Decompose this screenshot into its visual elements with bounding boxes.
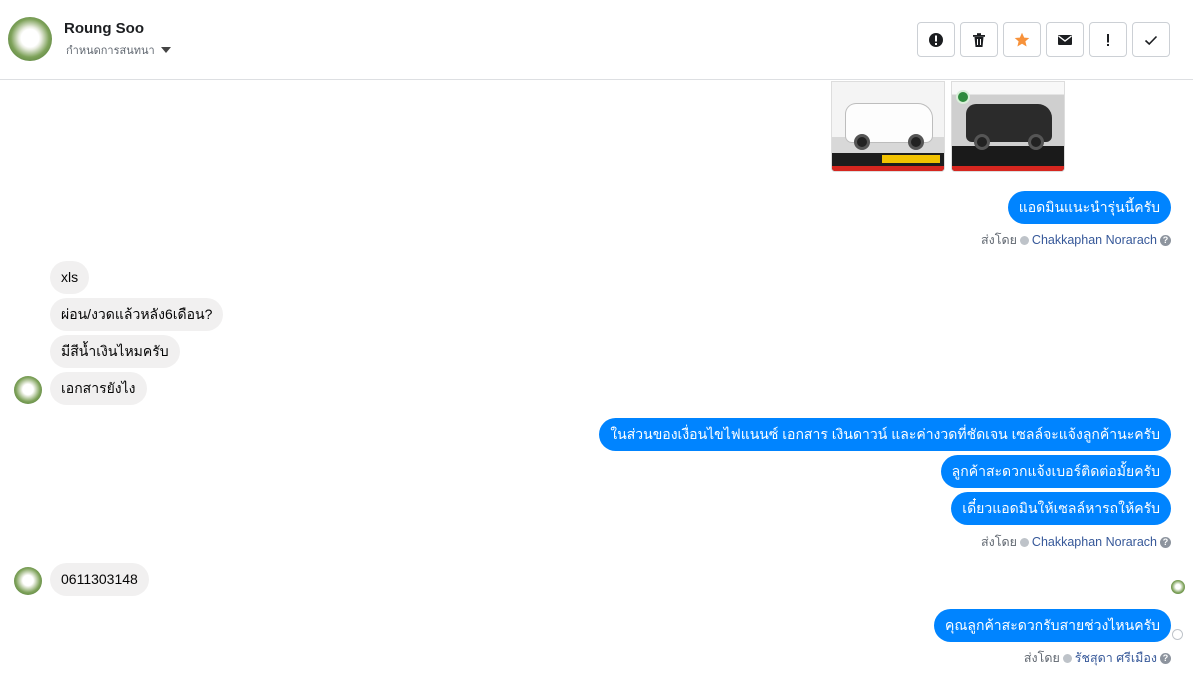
outgoing-message[interactable]: คุณลูกค้าสะดวกรับสายช่วงไหนครับ — [934, 609, 1171, 642]
mark-spam-button[interactable] — [917, 22, 955, 57]
incoming-message[interactable]: xls — [50, 261, 90, 294]
car-listing-image-1[interactable] — [831, 81, 945, 172]
verified-dot-icon — [1019, 537, 1029, 547]
mark-done-button[interactable] — [1132, 22, 1170, 57]
sender-name[interactable]: รัชสุดา ศรีเมือง — [1075, 648, 1157, 668]
outgoing-message[interactable]: ในส่วนของเงื่อนไขไฟแนนซ์ เอกสาร เงินดาวน… — [599, 418, 1171, 451]
delete-button[interactable] — [960, 22, 998, 57]
wheel — [854, 134, 870, 150]
banner-stripe — [832, 166, 944, 171]
envelope-icon — [1058, 34, 1072, 45]
conversation-schedule-label: กำหนดการสนทนา — [66, 45, 155, 57]
sent-by-line: ส่งโดย รัชสุดา ศรีเมือง ? — [1024, 648, 1171, 668]
caret-down-icon — [160, 47, 171, 53]
banner-stripe — [952, 166, 1064, 171]
sent-by-label: ส่งโดย — [981, 535, 1017, 549]
verified-dot-icon — [1019, 235, 1029, 245]
sent-by-label: ส่งโดย — [1023, 651, 1060, 665]
sent-by-line: ส่งโดย Chakkaphan Norarach ? — [981, 532, 1171, 552]
wheel — [974, 134, 990, 150]
incoming-message[interactable]: ผ่อน/งวดแล้วหลัง6เดือน? — [50, 298, 224, 331]
help-icon[interactable]: ? — [1160, 536, 1171, 548]
check-icon — [1144, 35, 1158, 45]
contact-avatar-small[interactable] — [14, 376, 42, 404]
sender-name[interactable]: Chakkaphan Norarach — [1032, 535, 1157, 549]
outgoing-message[interactable]: แอดมินแนะนำรุ่นนี้ครับ — [1007, 191, 1171, 224]
mark-unread-button[interactable] — [1046, 22, 1084, 57]
sent-by-label: ส่งโดย — [981, 233, 1017, 247]
price-tag — [882, 155, 940, 163]
star-icon — [1014, 32, 1030, 46]
contact-avatar-small[interactable] — [14, 567, 42, 595]
help-icon[interactable]: ? — [1160, 234, 1171, 246]
contact-name[interactable]: Roung Soo — [64, 20, 144, 37]
conversation-toolbar — [917, 22, 1170, 57]
follow-up-button[interactable] — [1089, 22, 1127, 57]
sender-name[interactable]: Chakkaphan Norarach — [1032, 233, 1157, 247]
dealer-logo — [956, 90, 970, 104]
incoming-message[interactable]: 0611303148 — [50, 563, 149, 596]
outgoing-message[interactable]: ลูกค้าสะดวกแจ้งเบอร์ติดต่อมั้ยครับ — [940, 455, 1171, 488]
conversation-schedule-dropdown[interactable]: กำหนดการสนทนา — [66, 41, 171, 59]
car-listing-image-2[interactable] — [951, 81, 1065, 172]
exclamation-icon — [1107, 33, 1109, 46]
verified-dot-icon — [1062, 653, 1072, 663]
outgoing-message[interactable]: เดี๋ยวแอดมินให้เซลล์หารถให้ครับ — [951, 492, 1171, 525]
sent-by-line: ส่งโดย Chakkaphan Norarach ? — [981, 230, 1171, 250]
wheel — [1028, 134, 1044, 150]
incoming-message[interactable]: เอกสารยังไง — [50, 372, 147, 405]
wheel — [908, 134, 924, 150]
alert-circle-icon — [929, 32, 943, 47]
conversation-header: Roung Soo กำหนดการสนทนา — [0, 0, 1193, 80]
help-icon[interactable]: ? — [1160, 652, 1171, 664]
delivered-check-icon — [1172, 629, 1183, 640]
message-thread[interactable]: แอดมินแนะนำรุ่นนี้ครับ ส่งโดย Chakkaphan… — [0, 81, 1193, 694]
contact-avatar[interactable] — [8, 17, 52, 61]
star-button[interactable] — [1003, 22, 1041, 57]
incoming-message[interactable]: มีสีน้ำเงินไหมครับ — [50, 335, 180, 368]
trash-icon — [973, 32, 985, 47]
seen-avatar — [1171, 580, 1185, 594]
